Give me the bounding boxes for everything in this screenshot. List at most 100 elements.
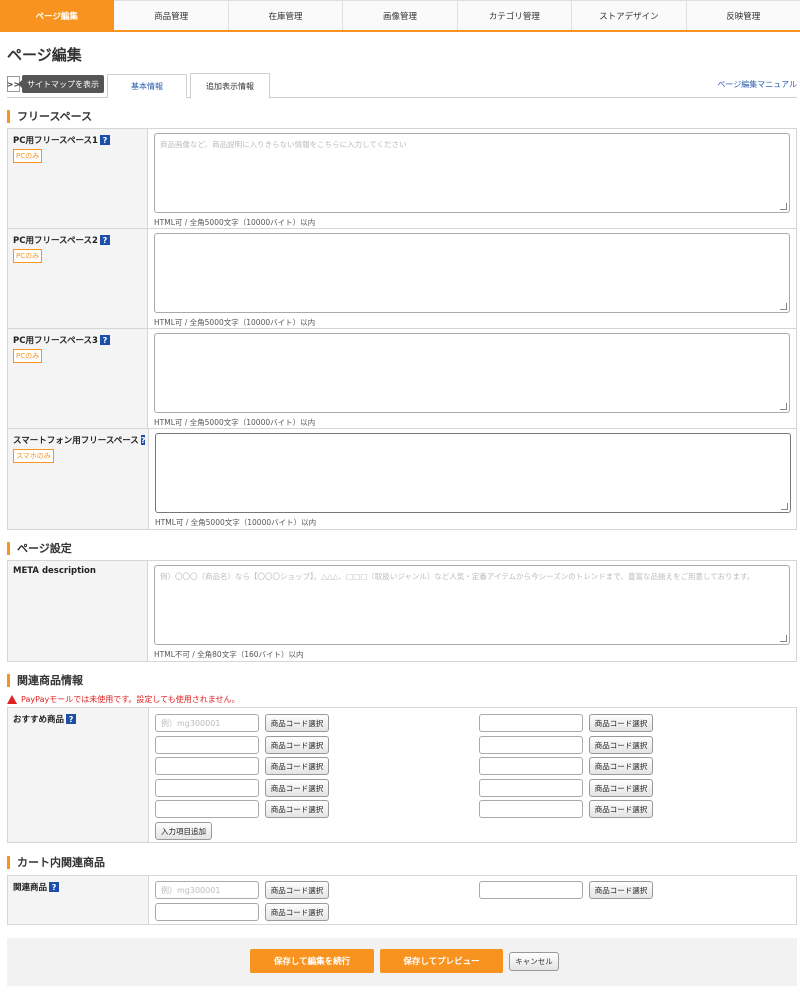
field-label-cell: おすすめ商品? <box>8 708 149 842</box>
top-nav: ページ編集 商品管理 在庫管理 画像管理 カテゴリ管理 ストアデザイン 反映管理 <box>0 0 800 32</box>
meta-description-textarea[interactable]: 例）〇〇〇（商品名）なら【〇〇〇ショップ】。△△△、□□□（取扱いジャンル）など… <box>154 565 790 645</box>
free-space-row: PC用フリースペース1? PCのみ 商品画像など、商品説明に入りきらない情報をこ… <box>8 129 796 229</box>
tab-additional-info[interactable]: 追加表示情報 <box>190 73 270 99</box>
product-code-select-button[interactable]: 商品コード選択 <box>589 779 653 797</box>
field-label: PC用フリースペース2 <box>13 236 98 246</box>
footer-action-bar: 保存して編集を続行 保存してプレビュー キャンセル <box>7 938 797 986</box>
nav-tab-category-management[interactable]: カテゴリ管理 <box>457 0 573 30</box>
nav-tab-publish-management[interactable]: 反映管理 <box>686 0 800 30</box>
pc-only-badge: PCのみ <box>13 349 43 363</box>
product-code-select-button[interactable]: 商品コード選択 <box>265 757 329 775</box>
pc-free-space-3-textarea[interactable] <box>154 333 790 413</box>
warning-icon <box>7 695 17 704</box>
product-code-input[interactable]: 例）mg300001 <box>155 881 259 899</box>
field-hint: HTML可 / 全角5000文字（10000バイト）以内 <box>154 218 316 227</box>
nav-tab-product-management[interactable]: 商品管理 <box>114 0 229 30</box>
field-label-cell: PC用フリースペース3? PCのみ <box>8 329 148 428</box>
free-space-row: PC用フリースペース3? PCのみ HTML可 / 全角5000文字（10000… <box>8 329 796 429</box>
recommended-code-grid: 例）mg300001 商品コード選択 商品コード選択 商品コード選択 商品コード… <box>149 708 796 842</box>
save-and-preview-button[interactable]: 保存してプレビュー <box>380 949 503 973</box>
nav-tab-page-edit[interactable]: ページ編集 <box>0 0 115 30</box>
pc-free-space-1-textarea[interactable]: 商品画像など、商品説明に入りきらない情報をこちらに入力してください <box>154 133 790 213</box>
product-code-select-button[interactable]: 商品コード選択 <box>589 714 653 732</box>
product-code-input[interactable] <box>155 779 259 797</box>
cart-related-row: 関連商品? 例）mg300001 商品コード選択 商品コード選択 商品コード選択 <box>8 876 796 924</box>
product-code-input[interactable] <box>155 903 259 921</box>
section-heading-page-settings: ページ設定 <box>7 542 72 555</box>
cart-related-table: 関連商品? 例）mg300001 商品コード選択 商品コード選択 商品コード選択 <box>7 875 797 925</box>
help-icon[interactable]: ? <box>99 335 110 345</box>
field-label-cell: META description <box>8 561 148 661</box>
related-products-table: おすすめ商品? 例）mg300001 商品コード選択 商品コード選択 商品コード… <box>7 707 797 843</box>
product-code-select-button[interactable]: 商品コード選択 <box>589 881 653 899</box>
meta-description-row: META description 例）〇〇〇（商品名）なら【〇〇〇ショップ】。△… <box>8 561 796 661</box>
page-settings-table: META description 例）〇〇〇（商品名）なら【〇〇〇ショップ】。△… <box>7 560 797 662</box>
product-code-input[interactable] <box>479 736 583 754</box>
smartphone-only-badge: スマホのみ <box>13 449 54 463</box>
add-input-row-button[interactable]: 入力項目追加 <box>155 822 212 840</box>
field-hint: HTML可 / 全角5000文字（10000バイト）以内 <box>155 518 317 527</box>
tab-basic-info[interactable]: 基本情報 <box>107 74 187 98</box>
subtab-bar: >> サイトマップを表示 基本情報 追加表示情報 ページ編集マニュアル <box>7 73 797 99</box>
product-code-input[interactable] <box>155 757 259 775</box>
product-code-select-button[interactable]: 商品コード選択 <box>265 800 329 818</box>
section-heading-cart-related: カート内関連商品 <box>7 856 105 869</box>
field-label-cell: スマートフォン用フリースペース? スマホのみ <box>8 429 149 529</box>
sitemap-tooltip: サイトマップを表示 <box>18 75 104 93</box>
product-code-select-button[interactable]: 商品コード選択 <box>265 881 329 899</box>
help-icon[interactable]: ? <box>99 135 110 145</box>
free-space-row: スマートフォン用フリースペース? スマホのみ HTML可 / 全角5000文字（… <box>8 429 796 529</box>
product-code-input[interactable] <box>155 800 259 818</box>
cart-code-grid: 例）mg300001 商品コード選択 商品コード選択 商品コード選択 <box>149 876 796 924</box>
field-label-cell: PC用フリースペース1? PCのみ <box>8 129 148 228</box>
field-label-cell: 関連商品? <box>8 876 149 924</box>
section-heading-related-products: 関連商品情報 <box>7 674 83 687</box>
field-hint: HTML不可 / 全角80文字（160バイト）以内 <box>154 650 304 659</box>
recommended-products-row: おすすめ商品? 例）mg300001 商品コード選択 商品コード選択 商品コード… <box>8 708 796 842</box>
section-heading-free-space: フリースペース <box>7 110 92 123</box>
save-and-continue-button[interactable]: 保存して編集を続行 <box>250 949 374 973</box>
field-label: PC用フリースペース1 <box>13 136 98 146</box>
product-code-select-button[interactable]: 商品コード選択 <box>589 736 653 754</box>
product-code-select-button[interactable]: 商品コード選択 <box>265 714 329 732</box>
help-icon[interactable]: ? <box>49 882 60 892</box>
nav-tab-inventory-management[interactable]: 在庫管理 <box>228 0 344 30</box>
pc-only-badge: PCのみ <box>13 149 43 163</box>
product-code-select-button[interactable]: 商品コード選択 <box>589 800 653 818</box>
meta-description-label: META description <box>13 566 96 576</box>
product-code-select-button[interactable]: 商品コード選択 <box>265 736 329 754</box>
product-code-input[interactable] <box>479 757 583 775</box>
cancel-button[interactable]: キャンセル <box>509 952 559 971</box>
field-hint: HTML可 / 全角5000文字（10000バイト）以内 <box>154 318 316 327</box>
pc-free-space-2-textarea[interactable] <box>154 233 790 313</box>
smartphone-free-space-textarea[interactable] <box>155 433 791 513</box>
page-edit-manual-link[interactable]: ページ編集マニュアル <box>717 79 797 90</box>
product-code-input[interactable] <box>479 779 583 797</box>
help-icon[interactable]: ? <box>66 714 77 724</box>
product-code-select-button[interactable]: 商品コード選択 <box>265 903 329 921</box>
field-label: 関連商品 <box>13 883 48 893</box>
pc-only-badge: PCのみ <box>13 249 43 263</box>
nav-tab-image-management[interactable]: 画像管理 <box>343 0 458 30</box>
product-code-input[interactable]: 例）mg300001 <box>155 714 259 732</box>
product-code-input[interactable] <box>479 800 583 818</box>
field-hint: HTML可 / 全角5000文字（10000バイト）以内 <box>154 418 316 427</box>
free-space-table: PC用フリースペース1? PCのみ 商品画像など、商品説明に入りきらない情報をこ… <box>7 128 797 530</box>
product-code-select-button[interactable]: 商品コード選択 <box>265 779 329 797</box>
product-code-select-button[interactable]: 商品コード選択 <box>589 757 653 775</box>
field-label: PC用フリースペース3 <box>13 336 98 346</box>
page-title: ページ編集 <box>7 46 82 64</box>
field-label: おすすめ商品 <box>13 715 65 725</box>
nav-tab-store-design[interactable]: ストアデザイン <box>572 0 687 30</box>
product-code-input[interactable] <box>479 881 583 899</box>
warning-text: PayPayモールでは未使用です。設定しても使用されません。 <box>21 695 240 704</box>
free-space-row: PC用フリースペース2? PCのみ HTML可 / 全角5000文字（10000… <box>8 229 796 329</box>
help-icon[interactable]: ? <box>99 235 110 245</box>
sitemap-toggle-button[interactable]: >> サイトマップを表示 <box>7 74 104 94</box>
help-icon[interactable]: ? <box>140 435 146 445</box>
field-label-cell: PC用フリースペース2? PCのみ <box>8 229 148 328</box>
product-code-input[interactable] <box>479 714 583 732</box>
product-code-input[interactable] <box>155 736 259 754</box>
field-label: スマートフォン用フリースペース <box>13 436 139 446</box>
paypay-warning: PayPayモールでは未使用です。設定しても使用されません。 <box>7 694 240 705</box>
